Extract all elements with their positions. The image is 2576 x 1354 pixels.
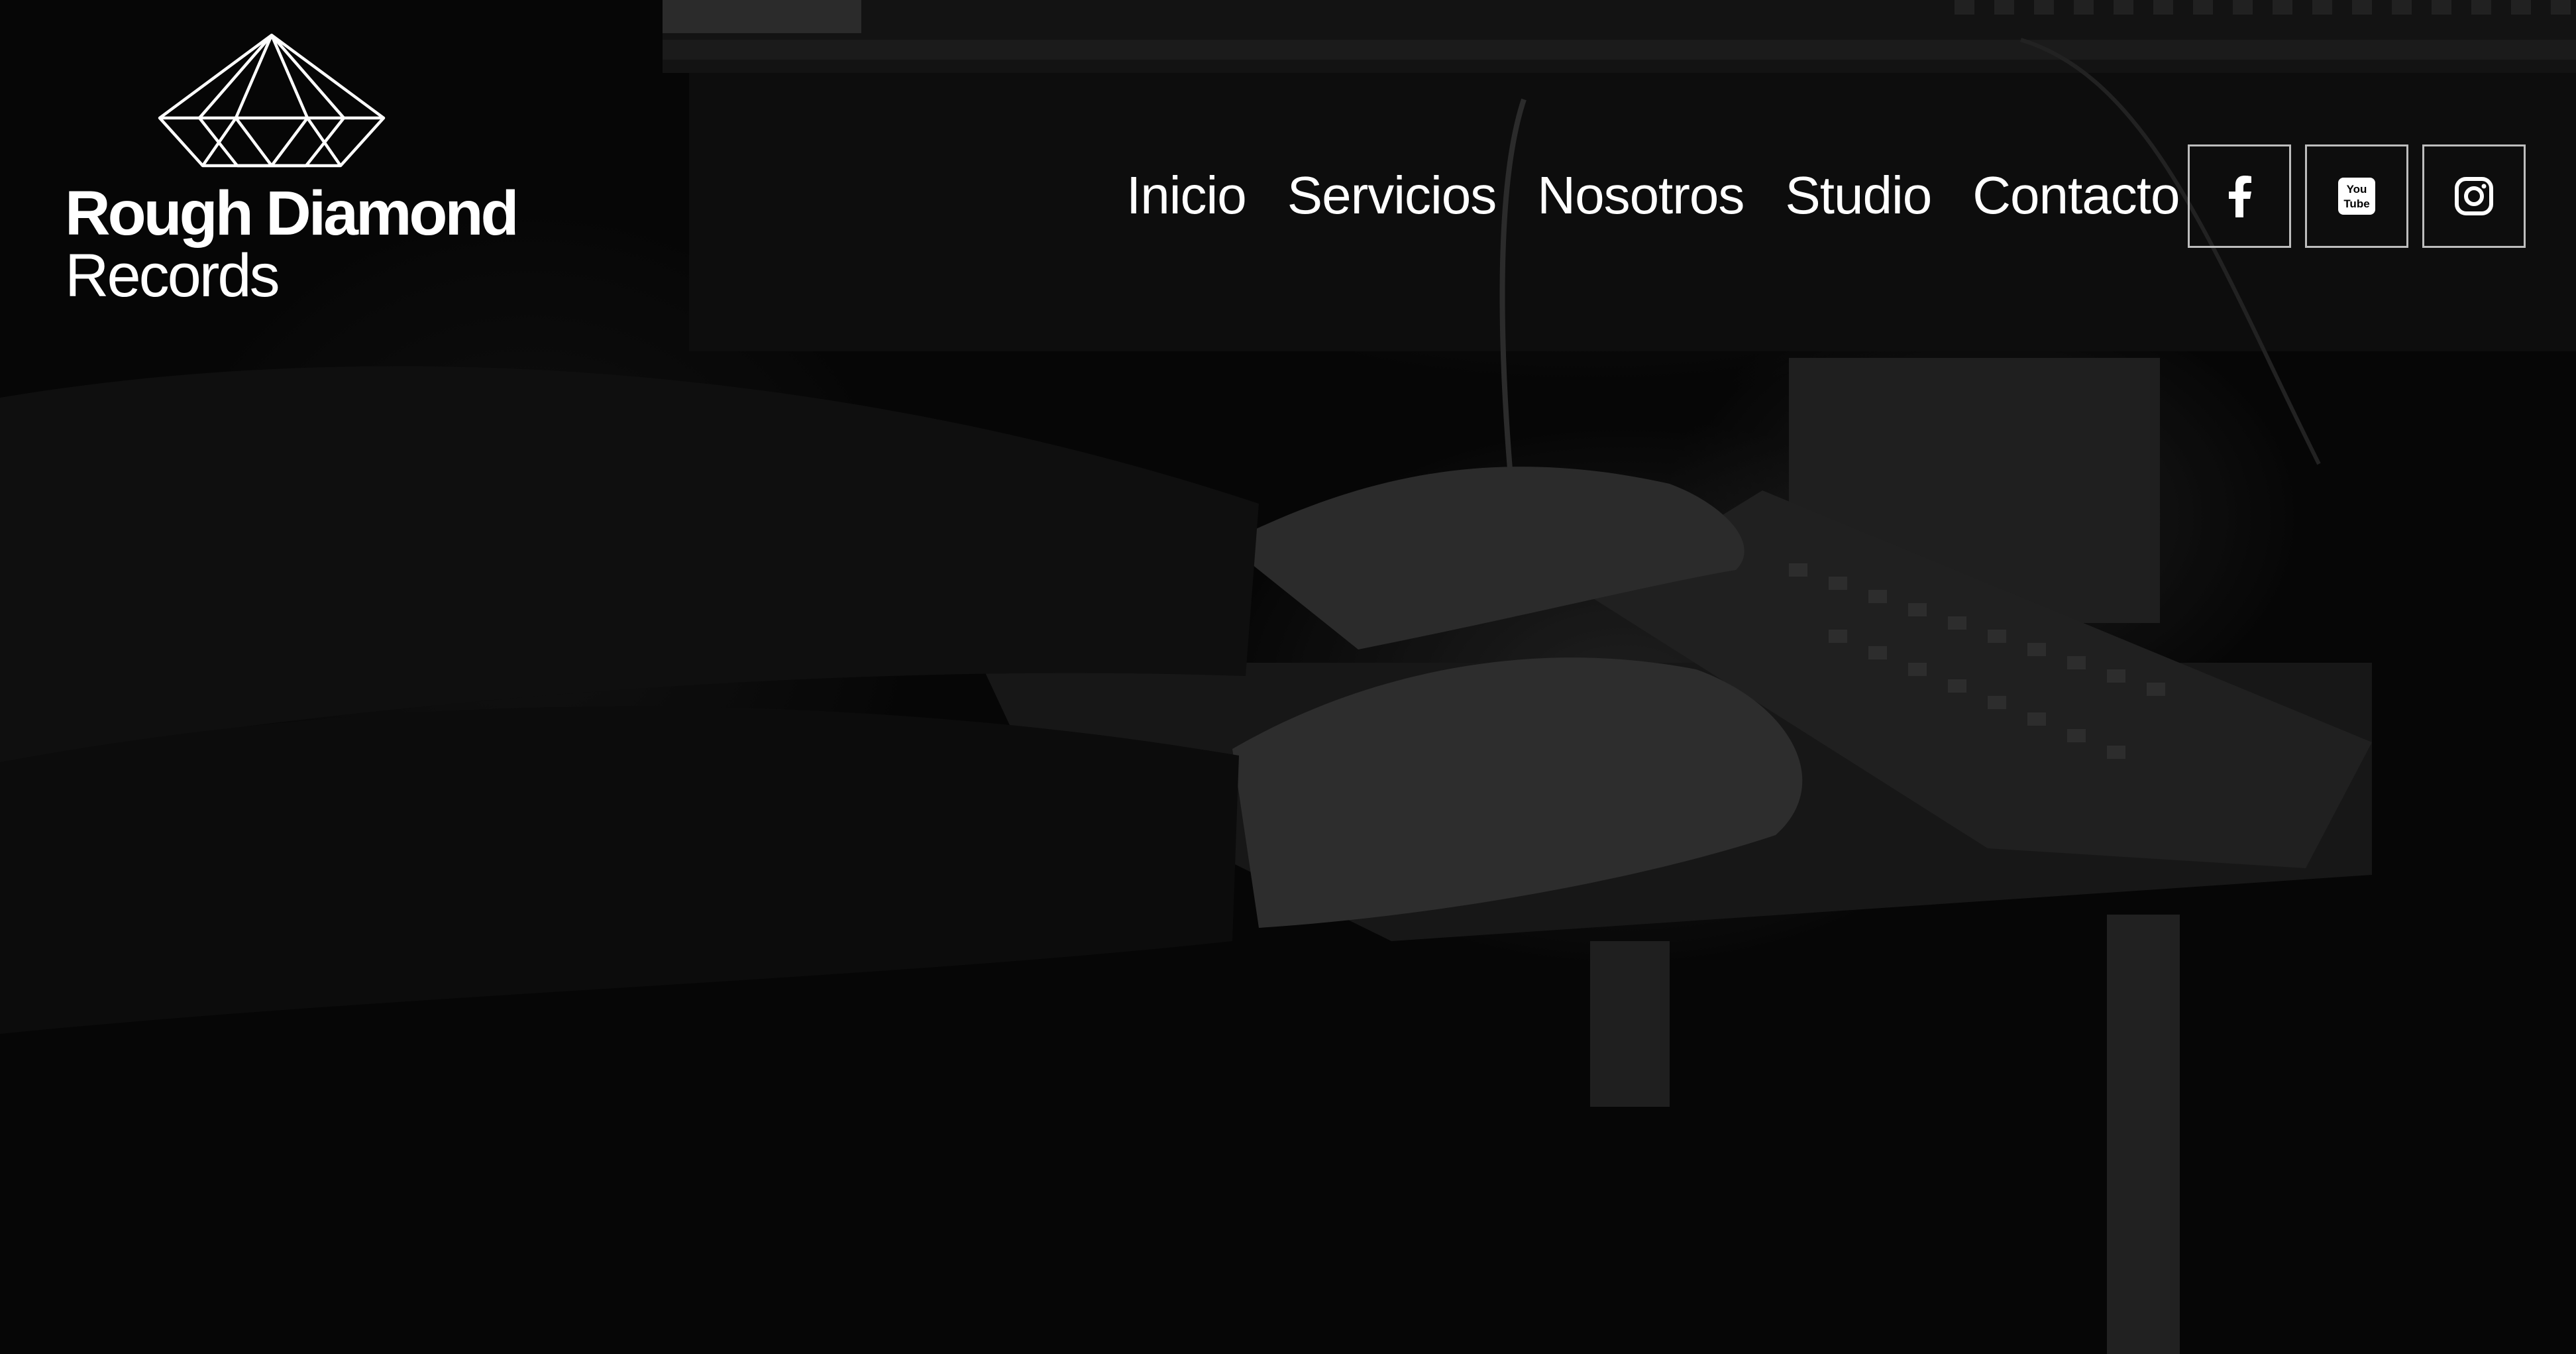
facebook-button[interactable] [2188,144,2291,248]
nav-item-contacto[interactable]: Contacto [1972,169,2180,222]
nav-item-inicio[interactable]: Inicio [1126,169,1247,222]
youtube-button[interactable]: You Tube [2305,144,2408,248]
svg-text:You: You [2347,183,2367,196]
logo-title: Rough Diamond [65,178,519,249]
nav-item-studio[interactable]: Studio [1785,169,1932,222]
svg-text:Tube: Tube [2343,197,2369,210]
facebook-icon [2229,176,2251,217]
nav-item-servicios[interactable]: Servicios [1287,169,1497,222]
diamond-pyramid-icon [158,33,386,168]
instagram-button[interactable] [2422,144,2526,248]
page: Rough Diamond Records Inicio Servicios N… [0,0,2576,1354]
instagram-icon [2455,177,2493,215]
youtube-icon: You Tube [2338,178,2375,215]
site-logo[interactable]: Rough Diamond Records [65,33,542,311]
main-nav: Inicio Servicios Nosotros Studio Contact… [1126,169,2180,222]
nav-item-nosotros[interactable]: Nosotros [1537,169,1744,222]
logo-subtitle: Records [65,242,280,310]
